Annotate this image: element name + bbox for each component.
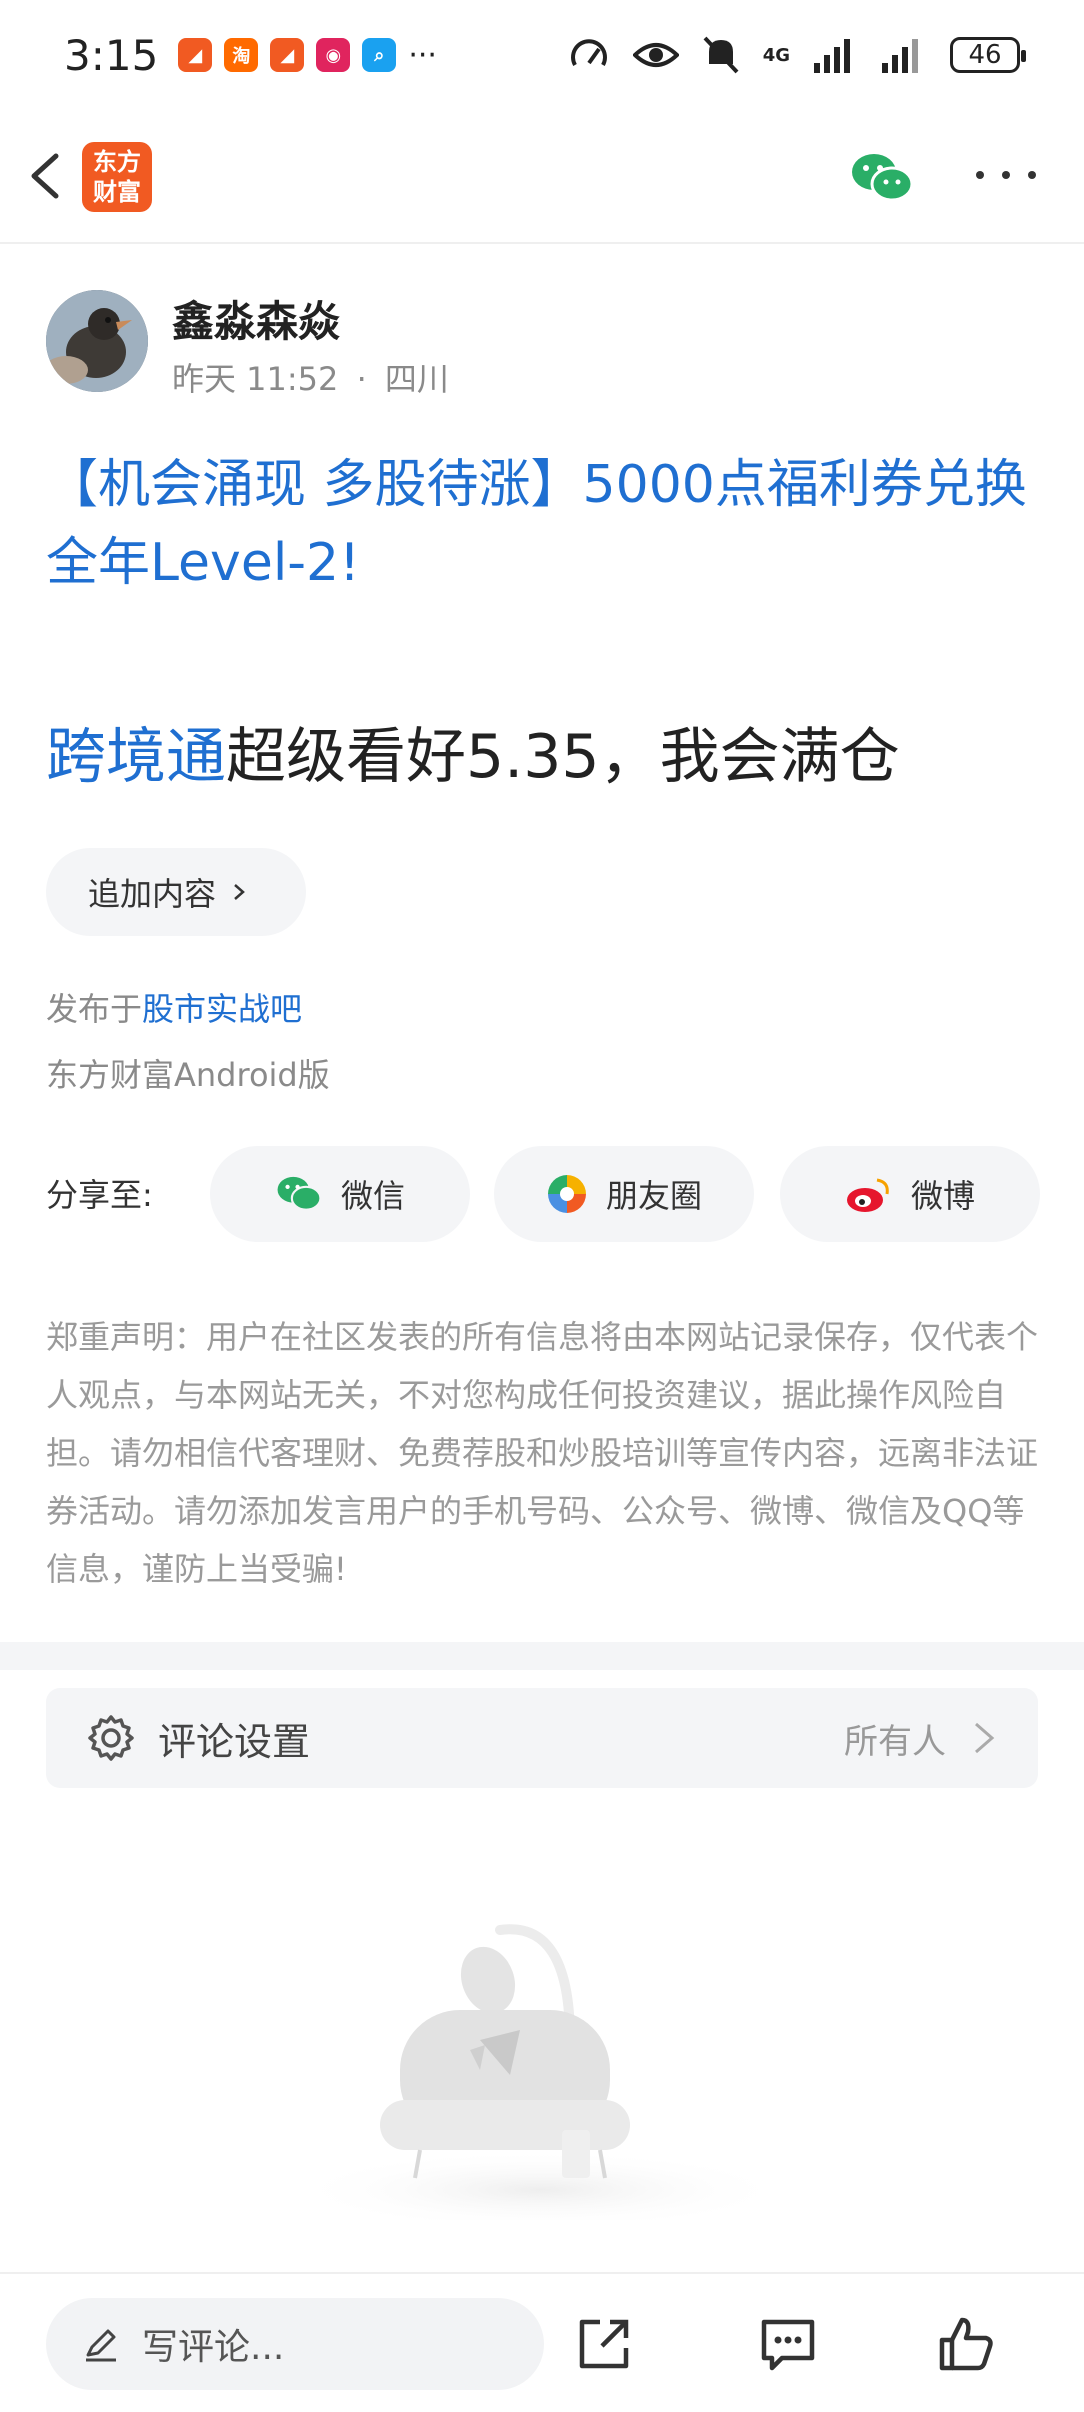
write-comment-input[interactable]: 写评论...	[46, 2298, 544, 2390]
comment-permission-value: 所有人	[844, 1721, 946, 1762]
post-location: 四川	[384, 360, 449, 398]
battery-indicator: 46	[950, 37, 1026, 73]
comment-settings-label: 评论设置	[158, 1719, 311, 1764]
post-body: 跨境通超级看好5.35，我会满仓	[46, 708, 900, 795]
meta-separator: ·	[356, 360, 367, 398]
thumbs-up-icon[interactable]	[934, 2312, 998, 2376]
bell-muted-icon	[703, 36, 739, 74]
share-moments-label: 朋友圈	[605, 1177, 702, 1215]
wechat-icon[interactable]	[850, 150, 914, 206]
signal-icon	[814, 39, 850, 73]
share-weibo-button[interactable]: 微博	[780, 1146, 1040, 1242]
empty-comments-illustration	[290, 1924, 790, 2220]
eye-icon	[632, 43, 679, 67]
back-arrow-icon[interactable]	[18, 146, 78, 206]
author-avatar[interactable]	[46, 290, 148, 392]
chevron-right-icon	[234, 884, 245, 900]
speedometer-icon	[570, 39, 607, 66]
shopping-app-icon: ◉	[316, 38, 351, 72]
section-divider	[0, 1642, 1084, 1670]
weibo-icon	[846, 1178, 889, 1212]
eastmoney-logo: 东方 财富	[82, 142, 152, 212]
stock-link[interactable]: 跨境通	[46, 722, 226, 792]
append-content-button[interactable]: 追加内容	[46, 848, 306, 936]
dot-icon	[976, 171, 984, 179]
share-icon[interactable]	[572, 2312, 636, 2376]
comment-settings-row[interactable]: 评论设置 所有人	[46, 1688, 1038, 1788]
status-bar: 3:15 ◢ 淘 ◢ ◉ ⌕ ··· 4G 46	[0, 0, 1084, 110]
signal-icon	[882, 39, 918, 73]
moments-icon	[547, 1175, 586, 1213]
post-time: 昨天 11:52	[172, 360, 339, 398]
dot-icon	[1002, 171, 1010, 179]
forum-bar-link[interactable]: 股市实战吧	[142, 990, 302, 1028]
promo-headline-link[interactable]: 【机会涌现 多股待涨】5000点福利券兑换全年Level-2!	[46, 446, 1046, 602]
comment-placeholder: 写评论...	[142, 2327, 285, 2368]
share-label: 分享至:	[46, 1176, 153, 1214]
pencil-icon	[86, 2329, 116, 2362]
more-options-button[interactable]	[976, 160, 1036, 190]
bird-avatar-image	[46, 290, 148, 392]
comment-icon[interactable]	[756, 2312, 820, 2376]
chevron-right-icon	[975, 1722, 995, 1754]
published-in: 发布于股市实战吧	[46, 984, 302, 1030]
top-nav-bar: 东方 财富	[0, 110, 1084, 244]
author-name[interactable]: 鑫淼森焱	[172, 288, 340, 349]
published-prefix: 发布于	[46, 990, 143, 1028]
share-weibo-label: 微博	[910, 1177, 975, 1215]
post-body-text: 超级看好5.35，我会满仓	[226, 722, 900, 792]
search-app-icon: ⌕	[362, 38, 397, 72]
client-source: 东方财富Android版	[46, 1056, 330, 1094]
dot-icon	[1028, 171, 1036, 179]
taobao-app-icon: 淘	[224, 38, 259, 72]
disclaimer-text: 郑重声明：用户在社区发表的所有信息将由本网站记录保存，仅代表个人观点，与本网站无…	[46, 1318, 1039, 1588]
more-notifications-icon: ···	[408, 37, 437, 73]
status-time: 3:15	[64, 30, 159, 80]
post-meta: 昨天 11:52 · 四川	[172, 354, 449, 400]
eastmoney-app-icon: ◢	[270, 38, 305, 72]
bottom-action-bar: 写评论...	[0, 2272, 1084, 2412]
eastmoney-app-icon: ◢	[178, 38, 213, 72]
network-type: 4G	[762, 44, 790, 66]
share-wechat-label: 微信	[340, 1177, 405, 1215]
append-content-label: 追加内容	[88, 875, 217, 913]
share-wechat-button[interactable]: 微信	[210, 1146, 470, 1242]
share-moments-button[interactable]: 朋友圈	[494, 1146, 754, 1242]
gear-icon	[88, 1715, 134, 1761]
wechat-icon	[277, 1176, 322, 1211]
